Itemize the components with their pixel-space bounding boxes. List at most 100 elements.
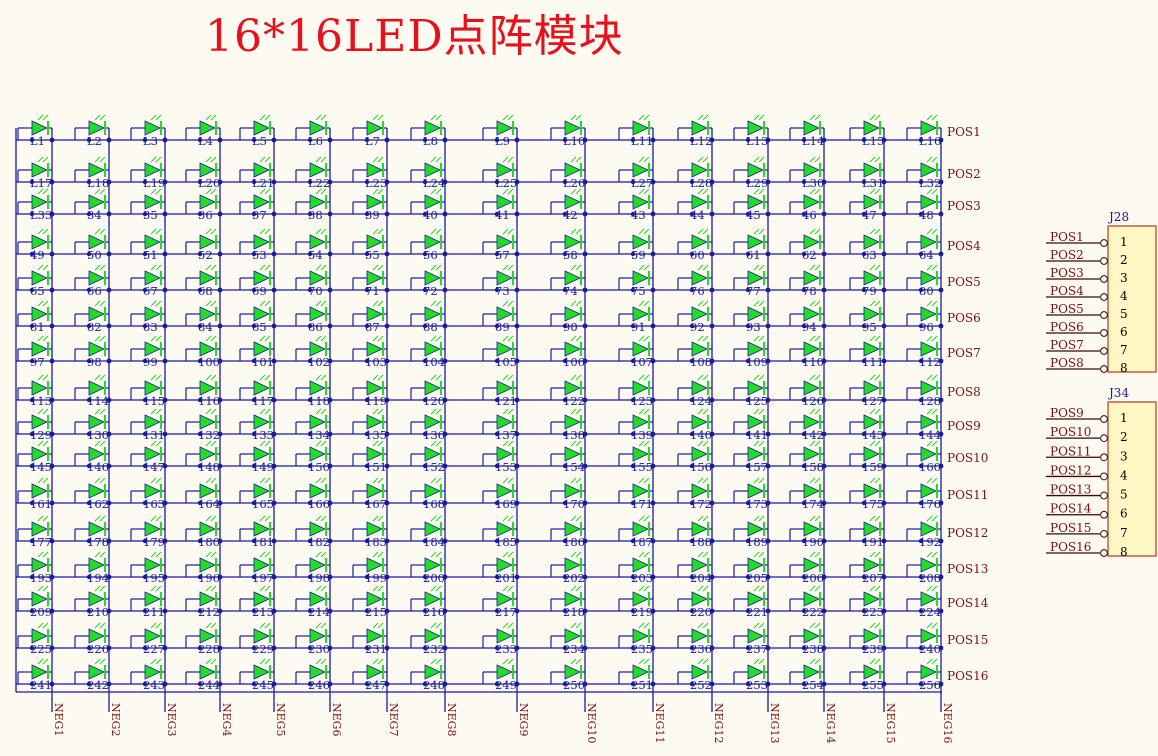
led-ray (37, 374, 44, 381)
led-ray (435, 335, 442, 342)
led-39: 39 (352, 188, 390, 222)
led-ray (869, 408, 876, 415)
led-210: 210 (74, 585, 112, 619)
led-ray (931, 515, 938, 522)
pin-number: 5 (1120, 307, 1128, 321)
led-ray (435, 622, 442, 629)
led-label: 154 (563, 460, 585, 474)
led-ray (150, 585, 157, 592)
led-body (309, 162, 326, 178)
led-ray (99, 477, 106, 484)
led-64: 64 (906, 228, 944, 262)
led-label: 99 (143, 355, 158, 369)
led-body (863, 483, 880, 499)
led-ray (809, 515, 816, 522)
led-ray (702, 658, 709, 665)
led-label: 174 (802, 497, 824, 511)
led-label: 45 (746, 208, 761, 222)
led-label: 236 (690, 642, 712, 656)
led-ray (315, 551, 322, 558)
led-120: 120 (410, 374, 448, 408)
led-ray (435, 156, 442, 163)
led-237: 237 (733, 622, 771, 656)
led-ray (435, 300, 442, 307)
led-label: 249 (495, 678, 517, 692)
led-ray (502, 585, 509, 592)
junction-dot (384, 137, 390, 143)
junction-dot (271, 211, 277, 217)
junction-dot (821, 287, 827, 293)
led-body (31, 341, 48, 357)
led-221: 221 (733, 585, 771, 619)
led-ray (643, 622, 650, 629)
led-ray (926, 515, 933, 522)
led-ray (210, 477, 217, 484)
pin-circle (1100, 311, 1108, 319)
junction-dot (217, 137, 223, 143)
led-body (424, 414, 441, 430)
led-body (920, 380, 937, 396)
led-body (920, 270, 937, 286)
led-ray (155, 374, 162, 381)
led-label: 83 (143, 320, 158, 334)
junction-dot (881, 211, 887, 217)
led-body (366, 414, 383, 430)
led-ray (702, 156, 709, 163)
led-label: 207 (862, 571, 884, 585)
led-ray (758, 228, 765, 235)
led-ray (430, 658, 437, 665)
led-body (253, 521, 270, 537)
led-label: 49 (30, 248, 45, 262)
net-label: POS3 (1050, 266, 1084, 280)
led-body (199, 194, 216, 210)
led-body (366, 194, 383, 210)
led-ray (507, 408, 514, 415)
pos-label: POS5 (947, 275, 981, 289)
led-body (632, 341, 649, 357)
led-209: 209 (17, 585, 55, 619)
led-label: 139 (631, 428, 653, 442)
led-238: 238 (789, 622, 827, 656)
led-body (920, 162, 937, 178)
led-46: 46 (789, 188, 827, 222)
led-36: 36 (185, 188, 223, 222)
led-ray (502, 515, 509, 522)
led-body (424, 380, 441, 396)
led-ray (99, 622, 106, 629)
led-body (863, 591, 880, 607)
led-234: 234 (550, 622, 588, 656)
led-194: 194 (74, 551, 112, 585)
led-ray (210, 335, 217, 342)
led-55: 55 (352, 228, 390, 262)
led-144: 144 (906, 408, 944, 442)
led-body (691, 591, 708, 607)
led-ray (430, 374, 437, 381)
led-ray (926, 374, 933, 381)
net-label: POS12 (1050, 463, 1091, 477)
led-body (920, 446, 937, 462)
led-ray (507, 551, 514, 558)
led-label: 205 (746, 571, 768, 585)
led-ray (758, 156, 765, 163)
junction-dot (938, 211, 944, 217)
led-body (564, 664, 581, 680)
led-25: L25 (482, 156, 520, 190)
led-172: 172 (677, 477, 715, 511)
led-ray (94, 408, 101, 415)
led-label: 47 (862, 208, 877, 222)
led-167: 167 (352, 477, 390, 511)
led-body (496, 628, 513, 644)
led-label: 48 (919, 208, 934, 222)
led-ray (809, 300, 816, 307)
led-230: 230 (295, 622, 333, 656)
led-ray (94, 300, 101, 307)
led-label: 135 (365, 428, 387, 442)
junction-dot (327, 323, 333, 329)
led-ray (702, 477, 709, 484)
led-61: 61 (733, 228, 771, 262)
led-91: 91 (618, 300, 656, 334)
led-ray (155, 156, 162, 163)
led-ray (435, 551, 442, 558)
led-label: 82 (87, 320, 102, 334)
led-ray (99, 335, 106, 342)
